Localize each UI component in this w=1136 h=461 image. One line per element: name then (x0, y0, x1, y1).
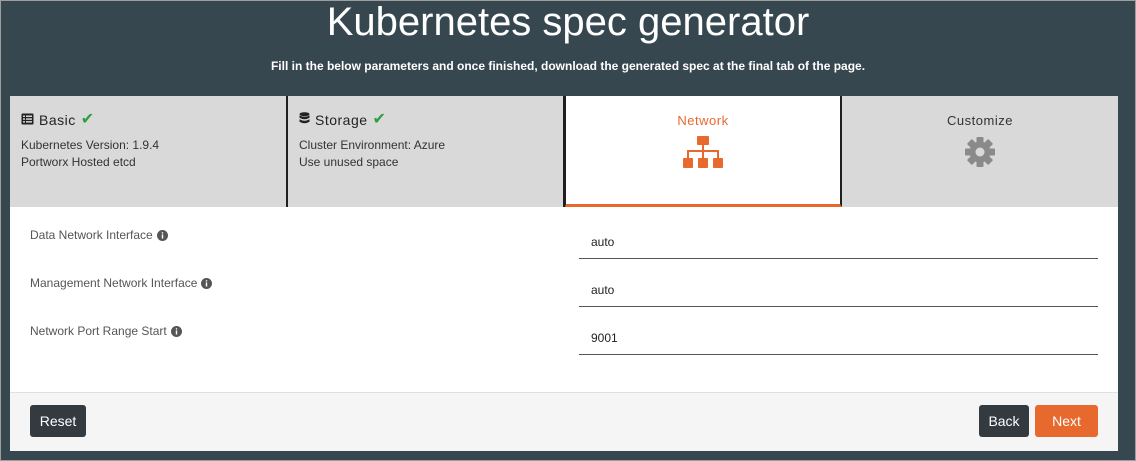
page-subtitle: Fill in the below parameters and once fi… (270, 59, 866, 73)
back-button[interactable]: Back (979, 405, 1029, 437)
tab-customize[interactable]: Customize (842, 96, 1118, 207)
tab-basic-detail: Portworx Hosted etcd (21, 155, 136, 169)
tab-basic-label: Basic (39, 112, 76, 128)
tab-storage-detail: Cluster Environment: Azure (299, 138, 446, 152)
next-button[interactable]: Next (1035, 405, 1098, 437)
info-icon[interactable] (201, 277, 213, 289)
page-title: Kubernetes spec generator (326, 0, 810, 44)
wizard-footer: Reset Back Next (10, 392, 1118, 451)
tab-storage-title: Storage ✔ (299, 112, 386, 128)
list-icon (21, 113, 34, 128)
data-network-interface-label: Data Network Interface (30, 228, 153, 242)
tab-basic-detail: Kubernetes Version: 1.9.4 (21, 138, 160, 152)
network-port-range-start-label: Network Port Range Start (30, 324, 167, 338)
check-icon: ✔ (372, 111, 387, 128)
check-icon: ✔ (80, 111, 95, 128)
tab-basic-title: Basic ✔ (21, 112, 95, 128)
tab-storage[interactable]: Storage ✔ Cluster Environment: Azure Use… (288, 96, 565, 207)
field-label: Network Port Range Start (30, 324, 182, 338)
tab-storage-label: Storage (315, 112, 368, 128)
gear-icon (964, 136, 996, 173)
tab-customize-label: Customize (947, 113, 1013, 128)
field-label: Data Network Interface (30, 228, 168, 242)
tab-basic[interactable]: Basic ✔ Kubernetes Version: 1.9.4 Portwo… (10, 96, 288, 207)
tab-network[interactable]: Network (565, 96, 842, 207)
tab-network-label: Network (677, 113, 729, 128)
tab-storage-detail: Use unused space (299, 155, 399, 169)
management-network-interface-input[interactable] (579, 273, 1098, 307)
sitemap-icon (683, 136, 723, 174)
data-network-interface-input[interactable] (579, 225, 1098, 259)
field-label: Management Network Interface (30, 276, 213, 290)
database-icon (299, 112, 310, 128)
reset-button[interactable]: Reset (30, 405, 86, 437)
network-port-range-start-input[interactable] (579, 321, 1098, 355)
management-network-interface-label: Management Network Interface (30, 276, 198, 290)
info-icon[interactable] (170, 325, 182, 337)
info-icon[interactable] (156, 229, 168, 241)
wizard-tabs: Basic ✔ Kubernetes Version: 1.9.4 Portwo… (10, 96, 1118, 207)
